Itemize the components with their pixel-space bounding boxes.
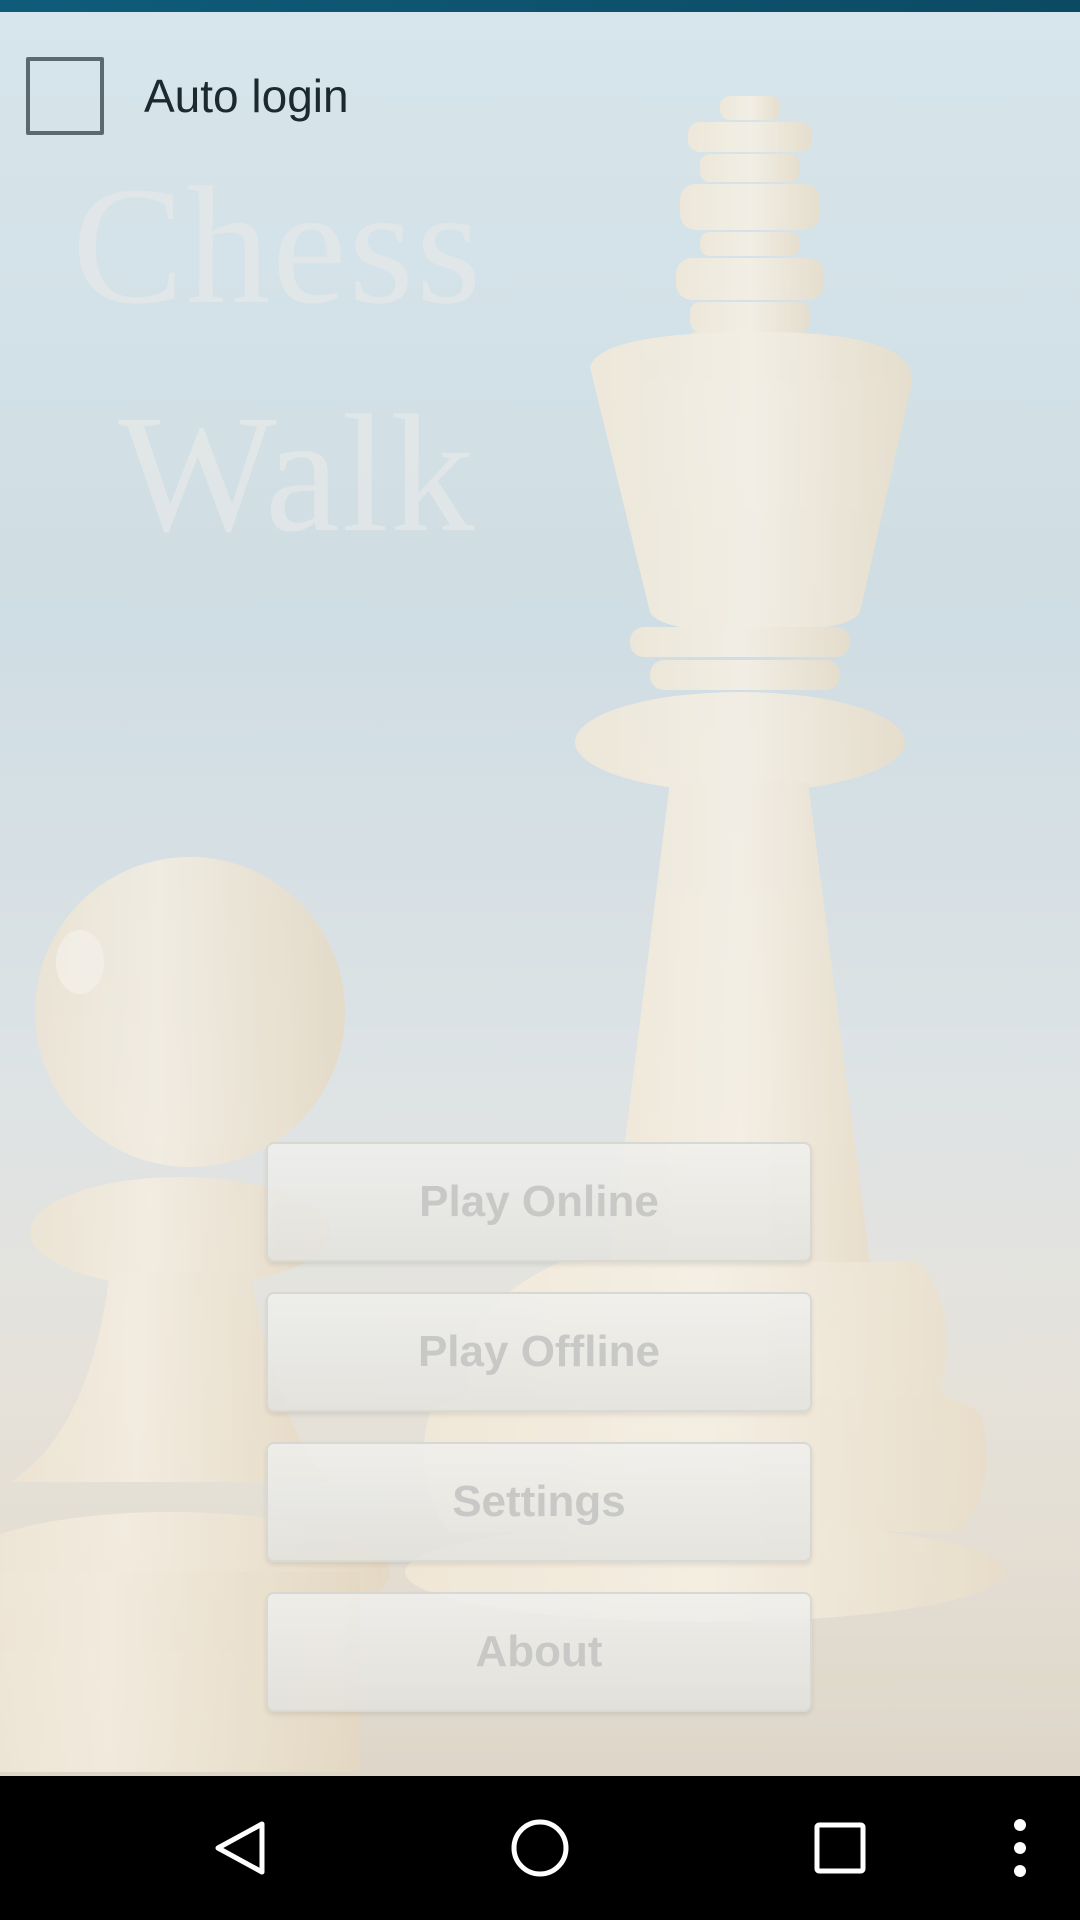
back-button[interactable] xyxy=(180,1776,300,1920)
overflow-menu-button[interactable] xyxy=(990,1776,1050,1920)
recents-button[interactable] xyxy=(780,1776,900,1920)
screen: Auto login Chess Walk Play Online Play O… xyxy=(0,0,1080,1920)
overflow-menu-icon xyxy=(1014,1819,1026,1877)
settings-button[interactable]: Settings xyxy=(266,1442,812,1562)
back-icon xyxy=(215,1821,265,1875)
auto-login-row[interactable]: Auto login xyxy=(26,54,349,138)
app-title-line-1: Chess xyxy=(72,153,484,339)
auto-login-checkbox[interactable] xyxy=(26,57,104,135)
about-button[interactable]: About xyxy=(266,1592,812,1712)
recents-icon xyxy=(814,1822,866,1874)
app-content: Auto login Chess Walk Play Online Play O… xyxy=(0,12,1080,1776)
navigation-bar xyxy=(0,1776,1080,1920)
home-icon xyxy=(511,1819,569,1877)
auto-login-label[interactable]: Auto login xyxy=(144,69,349,123)
play-online-button[interactable]: Play Online xyxy=(266,1142,812,1262)
play-offline-button[interactable]: Play Offline xyxy=(266,1292,812,1412)
app-title-line-2: Walk xyxy=(118,381,477,567)
home-button[interactable] xyxy=(480,1776,600,1920)
status-bar xyxy=(0,0,1080,12)
